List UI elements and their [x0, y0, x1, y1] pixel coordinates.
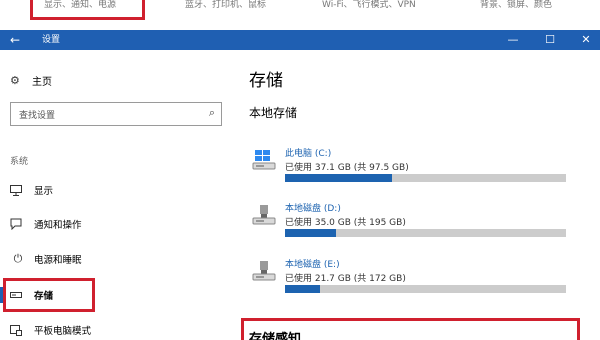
drive-name: 本地磁盘 (E:)	[285, 260, 340, 270]
sidebar-item-label: 显示	[34, 186, 54, 197]
sidebar-item-label: 平板电脑模式	[34, 326, 92, 337]
category-personalization-desc[interactable]: 背景、锁屏、颜色	[480, 0, 552, 10]
sidebar-item-label: 电源和睡眠	[34, 255, 82, 266]
window-title: 设置	[42, 35, 61, 45]
drive-usage-bar	[285, 229, 566, 237]
drive-e[interactable]: 本地磁盘 (E:) 已使用 21.7 GB (共 172 GB)	[252, 257, 572, 303]
highlight-box-storage	[3, 278, 95, 312]
drive-d[interactable]: 本地磁盘 (D:) 已使用 35.0 GB (共 195 GB)	[252, 201, 572, 247]
sidebar: ⚙ 主页 查找设置 ⌕ 系统 显示 通知和操作 ⏻ 电源和睡眠 存储 平板电脑模…	[0, 50, 232, 340]
drive-usage: 已使用 35.0 GB (共 195 GB)	[285, 218, 406, 228]
drive-usage-fill	[285, 229, 336, 237]
drive-name: 本地磁盘 (D:)	[285, 204, 341, 214]
sidebar-item-label: 通知和操作	[34, 220, 82, 231]
monitor-icon	[10, 184, 26, 196]
power-icon: ⏻	[13, 252, 23, 265]
drive-name: 此电脑 (C:)	[285, 149, 332, 159]
drive-usage: 已使用 21.7 GB (共 172 GB)	[285, 274, 406, 284]
search-placeholder: 查找设置	[19, 111, 56, 121]
usb-drive-icon	[252, 203, 276, 227]
search-icon[interactable]: ⌕	[209, 106, 215, 120]
minimize-icon[interactable]: —	[505, 32, 521, 48]
drive-usage: 已使用 37.1 GB (共 97.5 GB)	[285, 163, 409, 173]
tablet-icon	[10, 324, 26, 336]
close-icon[interactable]: ✕	[578, 32, 594, 48]
search-input[interactable]: 查找设置 ⌕	[10, 102, 222, 126]
sidebar-home-label: 主页	[32, 76, 52, 88]
category-network-desc[interactable]: Wi-Fi、飞行模式、VPN	[322, 0, 416, 10]
drive-c[interactable]: 此电脑 (C:) 已使用 37.1 GB (共 97.5 GB)	[252, 146, 572, 192]
sidebar-item-power[interactable]: ⏻ 电源和睡眠	[0, 247, 232, 271]
windows-drive-icon	[252, 148, 276, 172]
local-storage-title: 本地存储	[249, 106, 298, 120]
drive-usage-fill	[285, 285, 321, 293]
sidebar-item-notifications[interactable]: 通知和操作	[0, 212, 232, 236]
previous-page-strip: 显示、通知、电源 蓝牙、打印机、鼠标 Wi-Fi、飞行模式、VPN 背景、锁屏、…	[0, 0, 600, 30]
category-devices-desc[interactable]: 蓝牙、打印机、鼠标	[185, 0, 266, 10]
drive-usage-bar	[285, 174, 566, 182]
notification-icon	[10, 218, 26, 230]
highlight-box-top	[30, 0, 145, 20]
sidebar-item-display[interactable]: 显示	[0, 178, 232, 202]
sidebar-home[interactable]: ⚙ 主页	[10, 72, 52, 88]
title-bar: ← 设置 — ☐ ✕	[0, 30, 600, 50]
section-label-system: 系统	[10, 157, 29, 167]
gear-icon: ⚙	[10, 73, 20, 87]
back-arrow-icon[interactable]: ←	[10, 32, 20, 48]
sidebar-item-tablet-mode[interactable]: 平板电脑模式	[0, 318, 232, 340]
drive-usage-fill	[285, 174, 392, 182]
usb-drive-icon	[252, 259, 276, 283]
main-content: 存储 本地存储 此电脑 (C:) 已使用 37.1 GB (共 97.5 GB)…	[232, 50, 600, 340]
maximize-icon[interactable]: ☐	[542, 32, 558, 48]
storage-sense-title: 存储感知	[249, 332, 302, 340]
drive-usage-bar	[285, 285, 566, 293]
page-title: 存储	[249, 71, 283, 91]
